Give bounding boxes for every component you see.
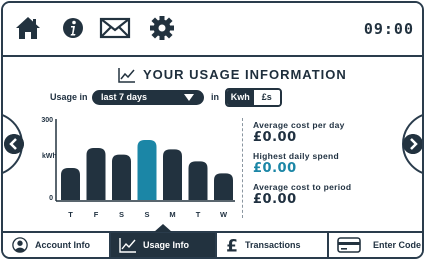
tab-enter-code-label: Enter Code — [373, 240, 422, 250]
cost-stats: Average cost per day £0.00 Highest daily… — [253, 120, 413, 213]
highest-spend-label: Highest daily spend — [253, 151, 339, 161]
bar-4 — [163, 149, 182, 200]
tab-usage-label: Usage Info — [143, 240, 190, 250]
user-icon — [12, 237, 28, 253]
avg-day-label: Average cost per day — [253, 120, 345, 130]
card-icon — [337, 237, 361, 253]
unit-pounds-button[interactable]: £s — [253, 90, 280, 105]
tab-account-info[interactable]: Account Info — [3, 233, 111, 257]
chevron-left-icon — [4, 134, 24, 154]
unit-kwh-button[interactable]: Kwh — [227, 90, 254, 105]
tab-transactions-label: Transactions — [245, 240, 301, 250]
usage-controls: Usage in last 7 days in Kwh £s — [3, 88, 422, 110]
bottom-nav: Account Info Usage Info £ Transactions E… — [3, 224, 422, 257]
bar-6 — [214, 173, 233, 200]
tab-transactions[interactable]: £ Transactions — [217, 233, 329, 257]
period-dropdown[interactable]: last 7 days — [92, 90, 204, 105]
y-tick-top: 300 — [41, 117, 53, 124]
x-tick-label: M — [169, 210, 175, 219]
bar-5 — [188, 161, 208, 200]
in-label: in — [211, 92, 219, 102]
pound-icon: £ — [226, 237, 238, 253]
period-value: last 7 days — [101, 92, 148, 102]
device-screen: 09:00 YOUR USAGE INFORMATION Usage in la… — [1, 1, 424, 259]
top-bar: 09:00 — [3, 3, 422, 57]
usage-in-label: Usage in — [50, 92, 88, 102]
x-tick-label: F — [94, 210, 99, 219]
tab-usage-info[interactable]: Usage Info — [111, 224, 217, 257]
bar-0 — [61, 168, 80, 200]
bar-2 — [112, 154, 131, 200]
tab-enter-code[interactable]: Enter Code — [329, 233, 422, 257]
avg-period-value: £0.00 — [253, 192, 297, 207]
page-title: YOUR USAGE INFORMATION — [143, 67, 347, 82]
svg-text:£: £ — [226, 237, 238, 253]
avg-period-label: Average cost to period — [253, 182, 352, 192]
bar-3 — [137, 140, 157, 200]
x-tick-label: W — [220, 210, 228, 219]
line-chart-icon — [118, 68, 135, 83]
section-header: YOUR USAGE INFORMATION — [3, 63, 422, 87]
avg-day-value: £0.00 — [253, 130, 297, 145]
x-tick-label: T — [196, 210, 201, 219]
clock: 09:00 — [363, 20, 414, 38]
x-tick-label: S — [119, 210, 124, 219]
bar-1 — [86, 148, 106, 200]
mail-icon[interactable] — [99, 15, 131, 41]
line-chart-icon — [119, 238, 136, 253]
home-icon[interactable] — [14, 15, 42, 41]
x-tick-label: T — [68, 210, 73, 219]
y-tick-bottom: 0 — [49, 195, 53, 202]
unit-toggle: Kwh £s — [225, 88, 282, 107]
usage-bar-chart: 300 kWh 0 T F S S M T W — [41, 117, 235, 219]
previous-button[interactable] — [3, 112, 24, 176]
caret-down-icon — [184, 94, 194, 101]
y-axis-label: kWh — [42, 153, 57, 160]
info-icon[interactable] — [62, 15, 84, 41]
highest-spend-value: £0.00 — [253, 161, 297, 176]
gear-icon[interactable] — [149, 15, 175, 41]
chart-divider — [242, 118, 243, 218]
tab-account-label: Account Info — [35, 240, 90, 250]
x-tick-label: S — [144, 210, 149, 219]
